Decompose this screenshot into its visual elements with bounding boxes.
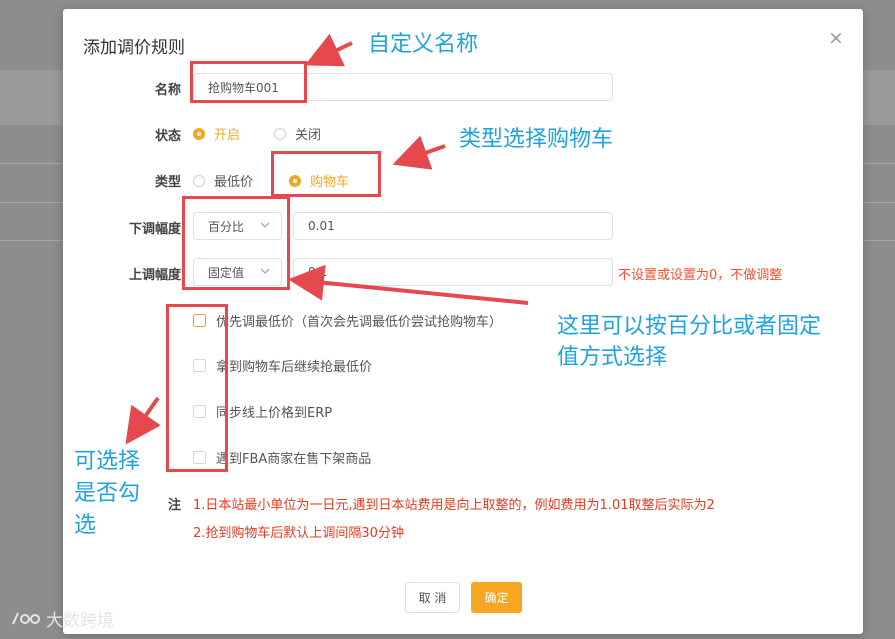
annotation-optional-line-2: 是否勾	[74, 481, 141, 506]
annotation-optional-line-1: 可选择	[74, 449, 141, 474]
annotation-custom-name: 自定义名称	[368, 32, 479, 57]
annotation-type-cart: 类型选择购物车	[459, 127, 614, 152]
annotation-mode-line-1: 这里可以按百分比或者固定	[557, 314, 822, 339]
annotation-optional-line-3: 选	[74, 513, 97, 538]
watermark-logo-icon	[12, 612, 40, 624]
watermark-text: 大数跨境	[46, 611, 114, 631]
watermark-logo: 大数跨境	[10, 606, 114, 631]
arrow-to-checkboxes	[125, 396, 161, 445]
annotation-mode-line-2: 值方式选择	[557, 345, 668, 370]
arrow-to-modes	[288, 264, 529, 305]
arrow-to-type	[392, 135, 446, 170]
arrow-to-name	[304, 33, 353, 67]
